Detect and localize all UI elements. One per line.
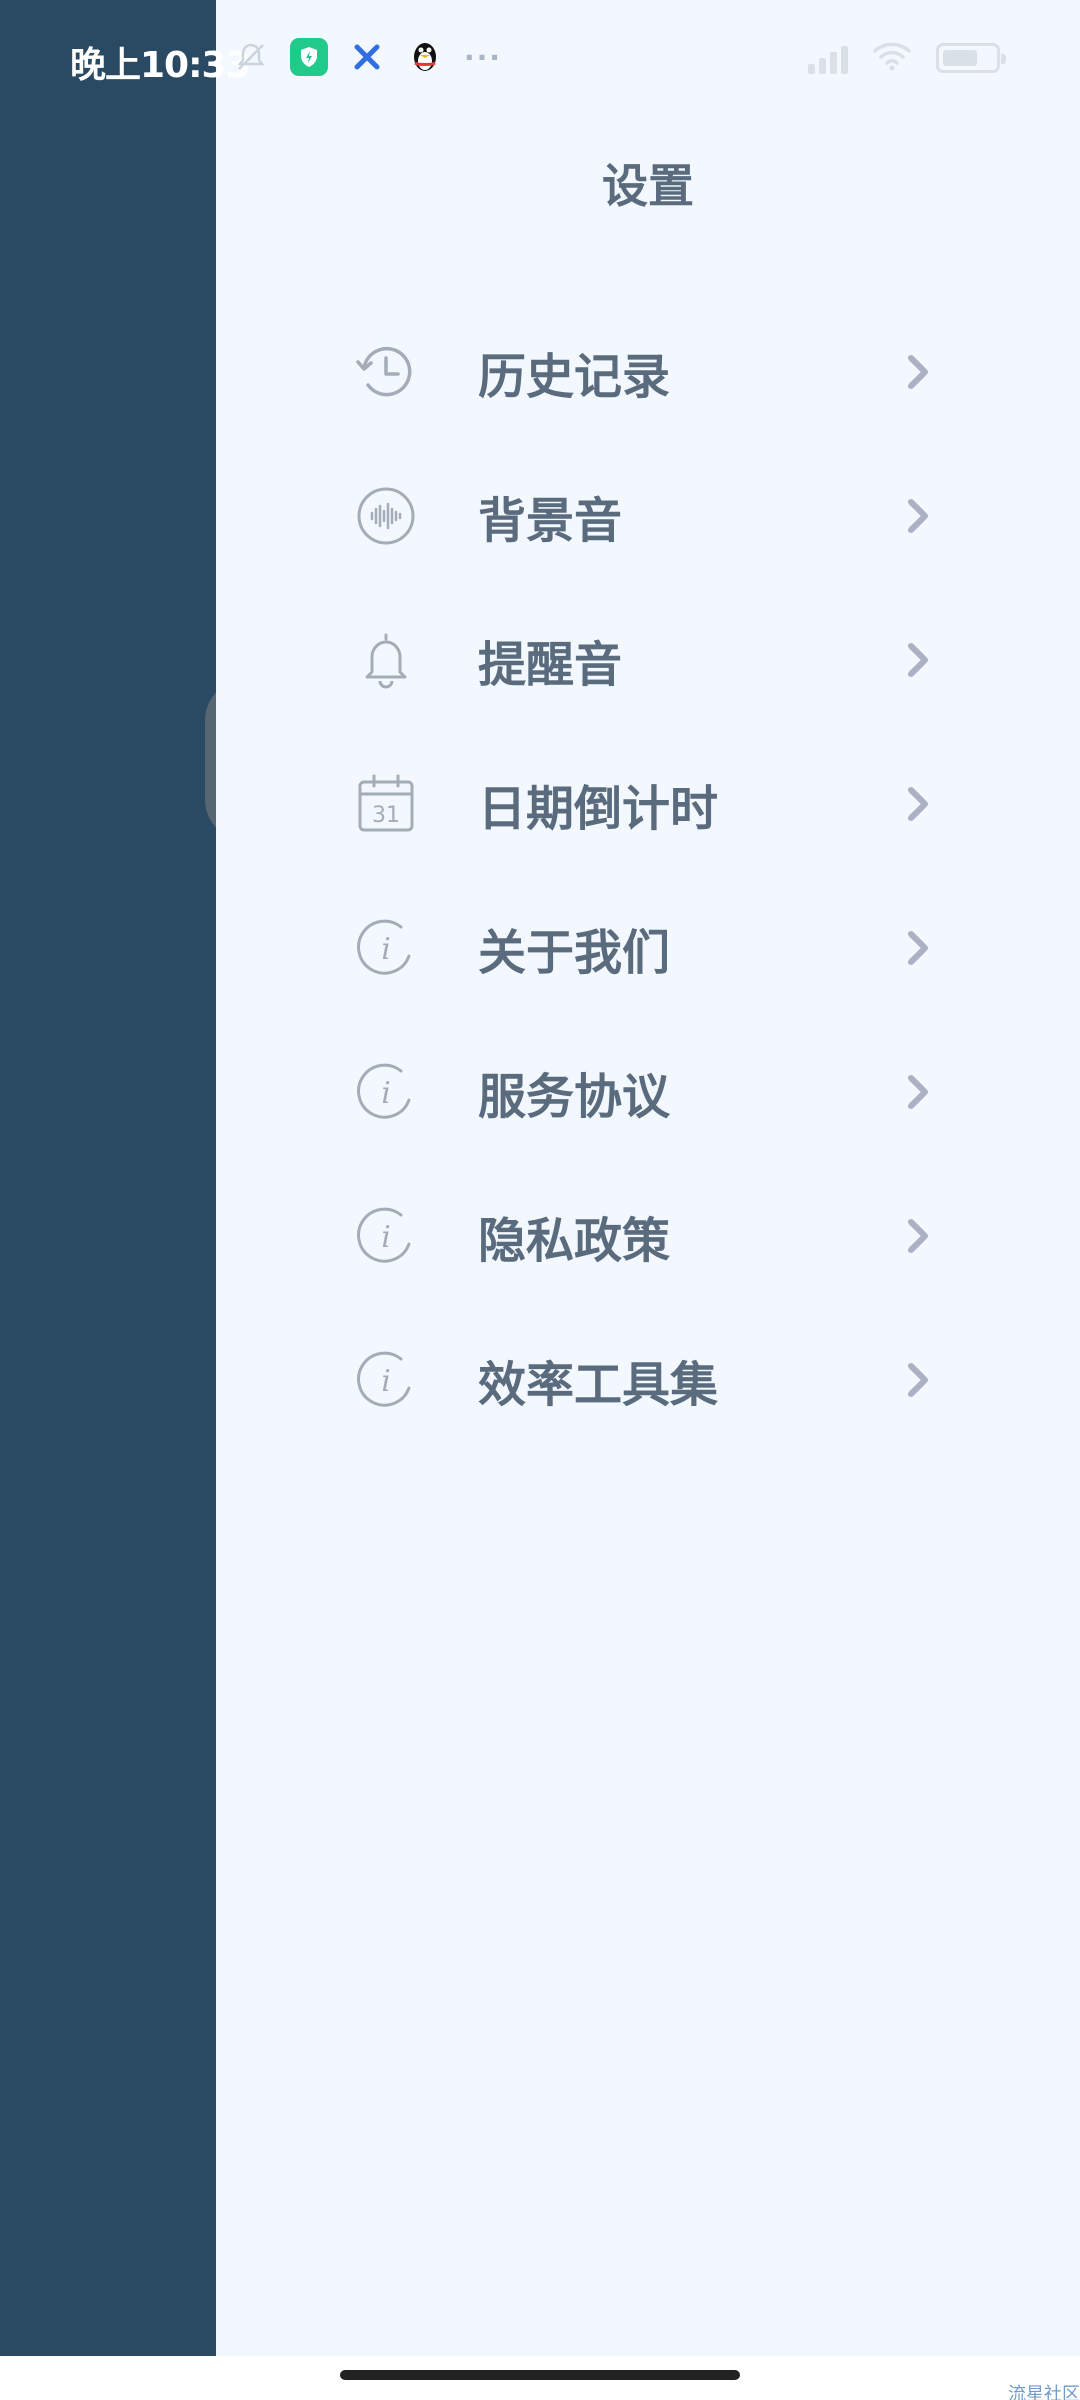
x-app-icon [348,38,386,76]
menu-item-date-countdown[interactable]: 31 日期倒计时 [216,732,1080,876]
info-icon: i [354,1060,418,1124]
cellular-signal-icon [808,42,848,74]
chevron-right-icon [898,352,938,392]
watermark: 流星社区 [1008,2384,1080,2400]
status-icons-right [808,40,1006,76]
shield-app-icon [290,38,328,76]
menu-item-privacy-policy[interactable]: i 隐私政策 [216,1164,1080,1308]
menu-item-label: 服务协议 [478,1069,671,1125]
menu-item-label: 日期倒计时 [478,781,719,837]
calendar-day-number: 31 [372,803,400,828]
info-glyph: i [381,1364,391,1399]
menu-item-about-us[interactable]: i 关于我们 [216,876,1080,1020]
menu-item-label: 历史记录 [478,349,671,405]
info-glyph: i [381,932,391,967]
info-glyph: i [381,1220,391,1255]
chevron-right-icon [898,1072,938,1112]
settings-menu-list: 历史记录 背景音 提醒音 31 日期倒计时 i 关于我们 i 服务协议 i 隐私… [216,300,1080,1452]
drawer-backdrop[interactable] [0,0,216,2356]
home-indicator[interactable] [340,2370,740,2380]
chevron-right-icon [898,1216,938,1256]
history-clock-icon [354,340,418,404]
menu-item-label: 背景音 [478,493,623,549]
chevron-right-icon [898,640,938,680]
chevron-right-icon [898,928,938,968]
more-dots-icon: ··· [464,40,502,74]
menu-item-label: 隐私政策 [478,1213,671,1269]
menu-item-history[interactable]: 历史记录 [216,300,1080,444]
status-icons-left: ··· [232,38,502,76]
soundwave-icon [354,484,418,548]
page-title: 设置 [602,159,694,213]
menu-item-label: 提醒音 [478,637,623,693]
info-icon: i [354,1204,418,1268]
info-glyph: i [381,1076,391,1111]
info-icon: i [354,1348,418,1412]
info-icon: i [354,916,418,980]
menu-item-label: 效率工具集 [478,1357,719,1413]
chevron-right-icon [898,496,938,536]
menu-item-service-agreement[interactable]: i 服务协议 [216,1020,1080,1164]
menu-item-efficiency-tools[interactable]: i 效率工具集 [216,1308,1080,1452]
status-bar: 晚上10:33 ··· [0,0,1080,120]
menu-item-label: 关于我们 [478,925,671,981]
bell-icon [354,628,418,692]
menu-item-reminder-sound[interactable]: 提醒音 [216,588,1080,732]
calendar-icon: 31 [354,772,418,836]
menu-item-background-sound[interactable]: 背景音 [216,444,1080,588]
battery-icon [936,43,1006,73]
chevron-right-icon [898,784,938,824]
status-time: 晚上10:33 [70,45,251,86]
chevron-right-icon [898,1360,938,1400]
mute-icon [232,38,270,76]
wifi-icon [872,40,912,76]
qq-penguin-icon [406,38,444,76]
